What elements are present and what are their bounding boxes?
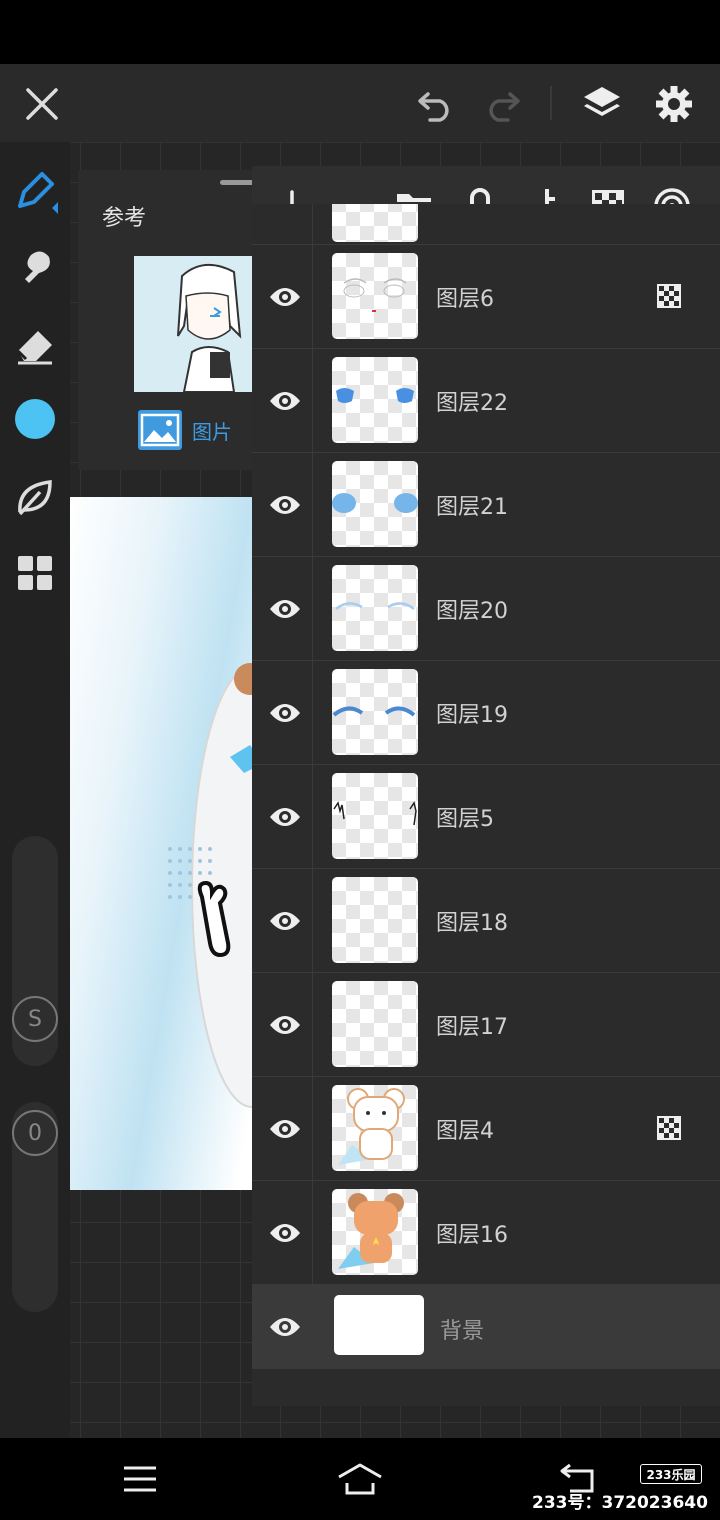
layer-name: 图层6 [436,287,494,312]
layer-name: 图层21 [436,495,508,520]
eye-icon[interactable] [262,483,308,527]
clipping-icon[interactable] [656,283,682,309]
watermark-logo: 233乐园 [640,1464,702,1484]
eye-icon[interactable] [262,1107,308,1151]
layer-thumbnail [332,773,418,859]
top-toolbar [0,64,720,142]
row-separator [312,349,313,453]
layer-thumbnail [332,877,418,963]
redo-icon[interactable] [478,80,526,128]
reference-panel: 参考 图片 [78,170,258,470]
watermark-text: 233号：372023640 [532,1493,708,1513]
layer-name: 图层20 [436,599,508,624]
row-separator [312,869,313,973]
layer-name: 背景 [440,1319,485,1344]
layer-thumbnail [334,1295,424,1355]
layer-row[interactable]: 图层18 [252,868,720,973]
leaf-icon[interactable] [10,472,60,522]
row-separator [312,973,313,1077]
color-swatch[interactable] [10,394,60,444]
row-separator [312,765,313,869]
layer-thumbnail [332,253,418,339]
layer-row[interactable]: 图层22 [252,348,720,453]
close-icon[interactable] [18,80,66,128]
layer-thumbnail [332,357,418,443]
eye-icon[interactable] [262,1305,308,1349]
layers-icon[interactable] [578,80,626,128]
row-separator [312,204,313,244]
layers-panel: 图层6 图层22 图层21 图层20 图层19 图层5 图层18 图层17 图层… [252,166,720,1406]
layer-thumbnail [332,1085,418,1171]
row-separator [312,557,313,661]
row-separator [312,245,313,349]
eye-icon[interactable] [262,379,308,423]
reference-thumbnail[interactable] [134,256,258,392]
layer-row[interactable]: 图层16 [252,1180,720,1285]
eye-icon[interactable] [262,795,308,839]
layer-thumbnail [332,461,418,547]
undo-icon[interactable] [412,80,460,128]
layer-name: 图层4 [436,1119,494,1144]
eye-icon[interactable] [262,899,308,943]
row-separator [312,1181,313,1285]
layer-name: 图层19 [436,703,508,728]
layer-row[interactable]: 图层21 [252,452,720,557]
layer-row[interactable]: 图层6 [252,244,720,349]
panel-handle[interactable] [220,180,254,185]
eye-icon[interactable] [262,1003,308,1047]
reference-image-button[interactable]: 图片 [138,410,232,450]
layer-thumbnail [332,204,418,242]
layer-row[interactable]: 图层4 [252,1076,720,1181]
layer-row[interactable] [252,204,720,244]
status-bar [0,0,720,64]
image-icon [138,410,182,450]
row-separator [312,661,313,765]
gear-icon[interactable] [650,80,698,128]
image-label: 图片 [192,419,232,444]
navigation-bar: 233乐园 233号：372023640 [0,1438,720,1520]
layer-row[interactable]: 图层5 [252,764,720,869]
layer-thumbnail [332,669,418,755]
layer-thumbnail [332,981,418,1067]
layer-name: 图层16 [436,1223,508,1248]
menu-icon[interactable] [110,1456,170,1502]
layer-name: 图层5 [436,807,494,832]
eye-icon[interactable] [262,691,308,735]
layer-name: 图层22 [436,391,508,416]
layer-row[interactable]: 图层20 [252,556,720,661]
opacity-button[interactable]: 0 [12,1110,58,1156]
row-separator [312,453,313,557]
grid-icon[interactable] [10,548,60,598]
artwork-canvas[interactable] [70,497,252,1190]
layer-thumbnail [332,1189,418,1275]
layer-row[interactable]: 图层17 [252,972,720,1077]
layer-name: 图层17 [436,1015,508,1040]
size-s-button[interactable]: S [12,996,58,1042]
eye-icon[interactable] [262,275,308,319]
toolbar-divider [550,86,552,120]
layer-thumbnail [332,565,418,651]
home-icon[interactable] [330,1456,390,1502]
layer-row-background[interactable]: 背景 [252,1284,720,1369]
eye-icon[interactable] [262,587,308,631]
left-toolbar: S 0 [0,142,70,1438]
pen-icon[interactable] [10,166,60,216]
reference-label: 参考 [102,206,147,231]
clipping-icon[interactable] [656,1115,682,1141]
eraser-icon[interactable] [10,320,60,370]
smudge-icon[interactable] [10,242,60,292]
eye-icon[interactable] [262,1211,308,1255]
layer-row[interactable]: 图层19 [252,660,720,765]
row-separator [312,1077,313,1181]
layer-name: 图层18 [436,911,508,936]
